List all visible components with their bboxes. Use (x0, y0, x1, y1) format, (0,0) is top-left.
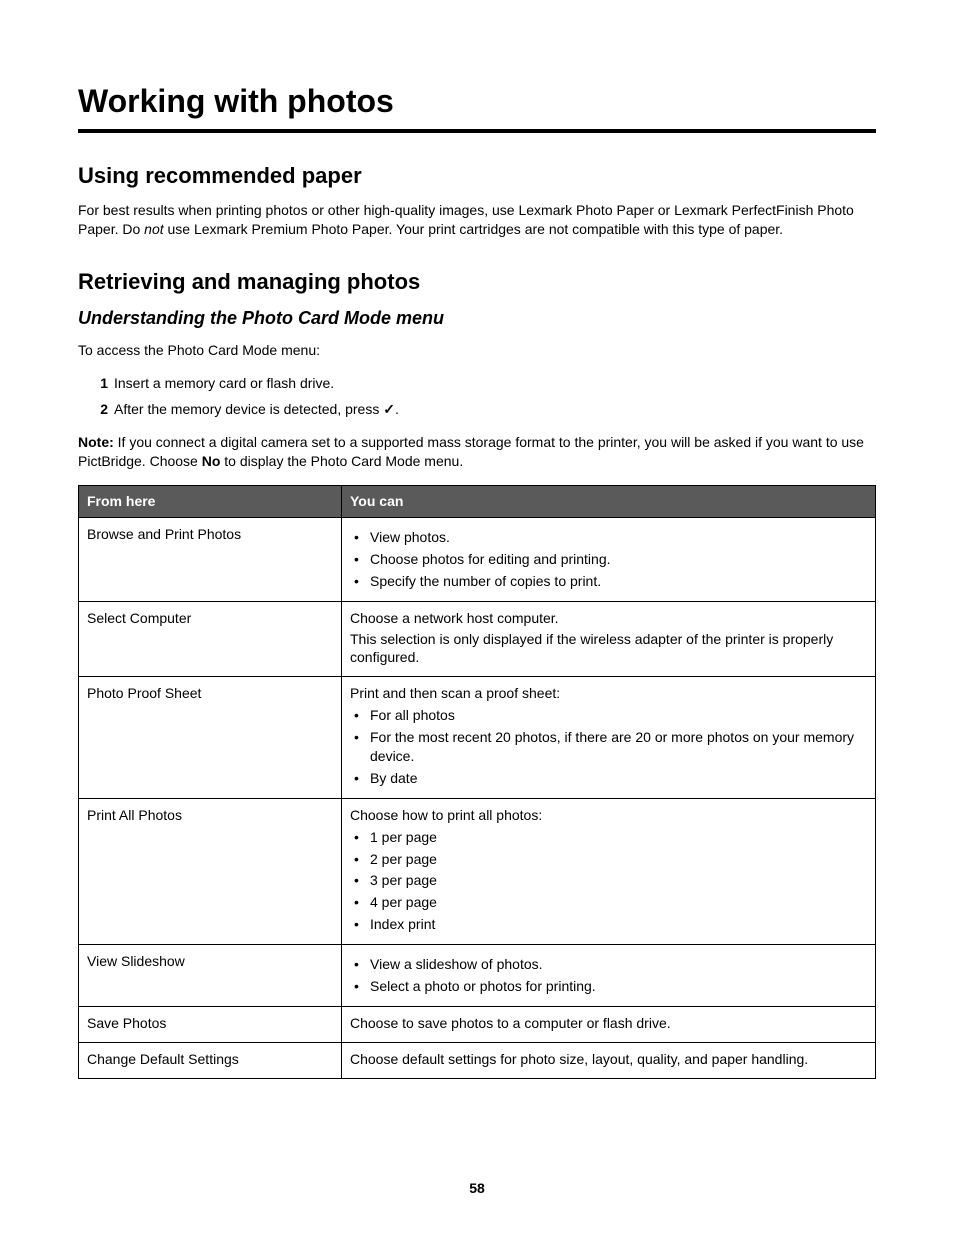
cell-line: Choose default settings for photo size, … (350, 1050, 867, 1069)
note-text: to display the Photo Card Mode menu. (220, 453, 463, 469)
table-header-you-can: You can (342, 486, 876, 518)
table-row: Print All PhotosChoose how to print all … (79, 798, 876, 944)
cell-bullet: Select a photo or photos for printing. (354, 977, 867, 996)
step-2: 2 After the memory device is detected, pr… (90, 400, 876, 419)
table-row: Save Photos Choose to save photos to a co… (79, 1006, 876, 1042)
table-cell-you-can: Choose default settings for photo size, … (342, 1042, 876, 1078)
table-cell-you-can: View photos. Choose photos for editing an… (342, 517, 876, 601)
page-number: 58 (78, 1179, 876, 1198)
note-text: If you connect a digital camera set to a… (78, 434, 864, 469)
table-row: Change Default Settings Choose default se… (79, 1042, 876, 1078)
table-cell-from-here: Browse and Print Photos (79, 517, 342, 601)
subheading-photo-card-mode: Understanding the Photo Card Mode menu (78, 306, 876, 330)
section-recommended-paper: Using recommended paper For best results… (78, 161, 876, 238)
table-cell-you-can: Choose to save photos to a computer or f… (342, 1006, 876, 1042)
step-number: 2 (90, 400, 108, 419)
table-cell-from-here: Select Computer (79, 601, 342, 677)
check-icon: ✓ (383, 401, 395, 417)
cell-intro: Choose how to print all photos: (350, 806, 867, 825)
note-bold: No (202, 453, 221, 469)
cell-bullet: For all photos (354, 706, 867, 725)
table-row: Select ComputerChoose a network host com… (79, 601, 876, 677)
cell-bullet: Choose photos for editing and printing. (354, 550, 867, 569)
step-number: 1 (90, 374, 108, 393)
table-cell-you-can: View a slideshow of photos. Select a phot… (342, 945, 876, 1007)
intro-text: To access the Photo Card Mode menu: (78, 341, 876, 360)
cell-bullet: 2 per page (354, 850, 867, 869)
table-cell-from-here: Change Default Settings (79, 1042, 342, 1078)
table-cell-from-here: Print All Photos (79, 798, 342, 944)
cell-bullet: By date (354, 769, 867, 788)
table-cell-you-can: Print and then scan a proof sheet: For al… (342, 677, 876, 798)
cell-line: Choose a network host computer. (350, 609, 867, 628)
table-row: Browse and Print Photos View photos. Choos… (79, 517, 876, 601)
cell-bullet: 1 per page (354, 828, 867, 847)
table-row: View SlideshowView a slideshow of photos… (79, 945, 876, 1007)
step-tail: . (395, 401, 399, 417)
table-row: Photo Proof SheetPrint and then scan a p… (79, 677, 876, 798)
table-header-from-here: From here (79, 486, 342, 518)
cell-bullet: View photos. (354, 528, 867, 547)
cell-bullet: Specify the number of copies to print. (354, 572, 867, 591)
table-cell-you-can: Choose how to print all photos: 1 per pag… (342, 798, 876, 944)
cell-bullet-list: For all photos For the most recent 20 pho… (350, 706, 867, 788)
photo-card-mode-table: From here You can Browse and Print Photo… (78, 485, 876, 1079)
text-italic: not (144, 221, 163, 237)
cell-line: Choose to save photos to a computer or f… (350, 1014, 867, 1033)
step-text: After the memory device is detected, pre… (114, 401, 383, 417)
cell-line: This selection is only displayed if the … (350, 630, 867, 668)
heading-retrieving: Retrieving and managing photos (78, 267, 876, 297)
step-1: 1 Insert a memory card or flash drive. (90, 374, 876, 393)
heading-recommended-paper: Using recommended paper (78, 161, 876, 191)
cell-bullet: Index print (354, 915, 867, 934)
text: use Lexmark Premium Photo Paper. Your pr… (164, 221, 783, 237)
table-cell-from-here: View Slideshow (79, 945, 342, 1007)
cell-bullet-list: View a slideshow of photos. Select a phot… (350, 955, 867, 996)
steps-list: 1 Insert a memory card or flash drive. 2A… (78, 374, 876, 420)
cell-bullet-list: 1 per page 2 per page 3 per page 4 per page… (350, 828, 867, 934)
table-cell-from-here: Photo Proof Sheet (79, 677, 342, 798)
section-retrieving-photos: Retrieving and managing photos Understan… (78, 267, 876, 1079)
cell-intro: Print and then scan a proof sheet: (350, 684, 867, 703)
cell-bullet: For the most recent 20 photos, if there … (354, 728, 867, 766)
note-paragraph: Note: If you connect a digital camera se… (78, 433, 876, 471)
note-label: Note: (78, 434, 114, 450)
cell-bullet: 4 per page (354, 893, 867, 912)
cell-bullet: View a slideshow of photos. (354, 955, 867, 974)
step-text: Insert a memory card or flash drive. (114, 375, 334, 391)
page-title: Working with photos (78, 80, 876, 133)
table-cell-you-can: Choose a network host computer. This sele… (342, 601, 876, 677)
table-cell-from-here: Save Photos (79, 1006, 342, 1042)
cell-bullet-list: View photos. Choose photos for editing an… (350, 528, 867, 591)
paragraph-recommended-paper: For best results when printing photos or… (78, 201, 876, 239)
table-header-row: From here You can (79, 486, 876, 518)
cell-bullet: 3 per page (354, 871, 867, 890)
